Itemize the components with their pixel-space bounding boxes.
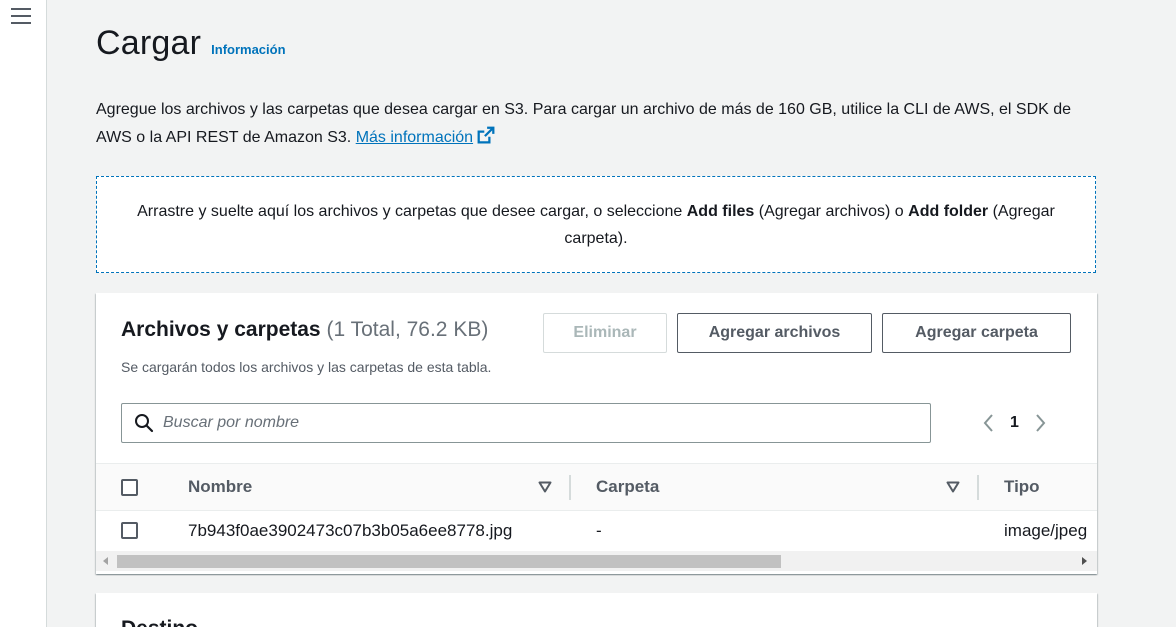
column-resizer[interactable] xyxy=(977,475,979,500)
files-panel-title: Archivos y carpetas (1 Total, 76.2 KB) xyxy=(121,318,489,341)
chevron-left-icon xyxy=(983,414,993,432)
search-box xyxy=(121,403,931,443)
column-header-name[interactable]: Nombre xyxy=(188,464,252,510)
files-panel-subtitle: Se cargarán todos los archivos y las car… xyxy=(121,359,492,375)
sort-down-icon[interactable] xyxy=(538,481,552,493)
info-link[interactable]: Información xyxy=(211,42,285,57)
scroll-right-icon[interactable] xyxy=(1076,551,1092,571)
delete-button[interactable]: Eliminar xyxy=(543,313,667,353)
add-folder-button[interactable]: Agregar carpeta xyxy=(882,313,1071,353)
search-icon xyxy=(135,414,154,433)
current-page[interactable]: 1 xyxy=(1010,414,1019,432)
page-title: Cargar xyxy=(96,24,202,62)
external-link-icon xyxy=(477,126,495,144)
search-input[interactable] xyxy=(163,414,863,432)
add-files-hint: Add files xyxy=(686,202,755,220)
select-all-checkbox[interactable] xyxy=(121,479,138,496)
files-panel: Archivos y carpetas (1 Total, 76.2 KB) S… xyxy=(96,293,1097,574)
destination-panel-title: Destino xyxy=(121,617,198,627)
column-header-folder[interactable]: Carpeta xyxy=(596,464,659,510)
horizontal-scrollbar[interactable] xyxy=(96,551,1097,571)
row-checkbox[interactable] xyxy=(121,522,138,539)
next-page-button[interactable] xyxy=(1029,408,1053,438)
dropzone-text: Arrastre y suelte aquí los archivos y ca… xyxy=(137,202,1055,247)
table-row[interactable]: 7b943f0ae3902473c07b3b05a6ee8778.jpg - i… xyxy=(96,511,1097,551)
column-header-type[interactable]: Tipo xyxy=(1004,464,1040,510)
files-table: Nombre Carpeta Tipo 7b943f0ae3902473c07b… xyxy=(96,463,1097,551)
column-resizer[interactable] xyxy=(569,475,571,500)
file-type: image/jpeg xyxy=(1004,521,1088,540)
prev-page-button[interactable] xyxy=(976,408,1000,438)
scrollbar-thumb[interactable] xyxy=(117,555,781,568)
table-header: Nombre Carpeta Tipo xyxy=(96,463,1097,511)
sort-down-icon[interactable] xyxy=(946,481,960,493)
menu-icon[interactable] xyxy=(11,8,31,26)
navigation-sidebar xyxy=(0,0,47,627)
add-files-button[interactable]: Agregar archivos xyxy=(677,313,872,353)
learn-more-link[interactable]: Más información xyxy=(356,126,495,146)
page-description: Agregue los archivos y las carpetas que … xyxy=(96,96,1106,152)
scroll-left-icon[interactable] xyxy=(98,551,114,571)
main-content: Cargar Información Agregue los archivos … xyxy=(47,0,1176,627)
chevron-right-icon xyxy=(1036,414,1046,432)
file-folder: - xyxy=(596,521,602,540)
description-text: Agregue los archivos y las carpetas que … xyxy=(96,101,1072,146)
add-folder-hint: Add folder xyxy=(908,202,989,220)
pagination: 1 xyxy=(976,408,1053,438)
file-name: 7b943f0ae3902473c07b3b05a6ee8778.jpg xyxy=(188,521,513,540)
upload-dropzone[interactable]: Arrastre y suelte aquí los archivos y ca… xyxy=(96,176,1096,273)
destination-panel: Destino xyxy=(96,593,1097,627)
files-count: (1 Total, 76.2 KB) xyxy=(326,318,489,341)
page-header: Cargar Información xyxy=(96,24,286,63)
